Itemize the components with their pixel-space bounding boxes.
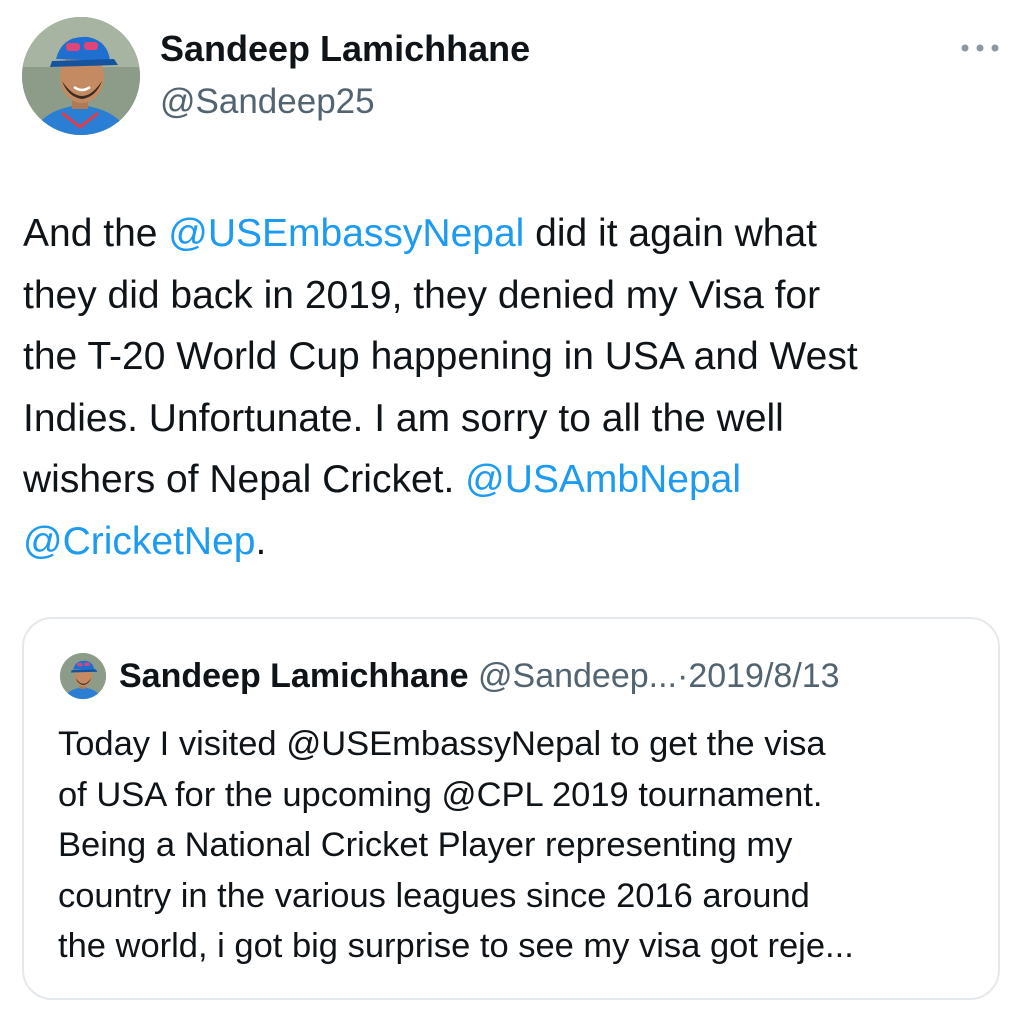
tweet-text: And the [23, 212, 169, 255]
tweet-text: did it again what [524, 212, 818, 255]
tweet-line: the T-20 World Cup happening in USA and … [23, 335, 858, 378]
tweet-line: wishers of Nepal Cricket. @USAmbNepal [23, 449, 998, 511]
more-options-button[interactable] [958, 34, 1002, 62]
tweet-line: Indies. Unfortunate. I am sorry to all t… [23, 396, 784, 440]
mention-link[interactable]: @USAmbNepal [465, 458, 741, 501]
quoted-tweet-body: Today I visited @USEmbassyNepal to get t… [58, 719, 978, 972]
author-avatar[interactable] [22, 17, 140, 135]
tweet: Sandeep Lamichhane @Sandeep25 And the @U… [0, 0, 1024, 1012]
meta-separator: · [677, 657, 689, 695]
quoted-tweet-line: Today I visited @USEmbassyNepal to get t… [58, 725, 826, 763]
quoted-tweet-header: Sandeep Lamichhane @Sandeep...·2019/8/13 [119, 657, 840, 696]
quoted-author-handle: @Sandeep... [478, 657, 677, 695]
more-horizontal-icon [961, 44, 999, 52]
tweet-body: And the @USEmbassyNepal did it again wha… [23, 203, 998, 572]
quoted-tweet-card[interactable]: Sandeep Lamichhane @Sandeep...·2019/8/13… [22, 617, 1000, 1000]
tweet-line: And the @USEmbassyNepal did it again wha… [23, 203, 998, 265]
quoted-tweet-line: Being a National Cricket Player represen… [58, 826, 793, 864]
tweet-line: they did back in 2019, they denied my Vi… [23, 273, 821, 317]
tweet-line: @CricketNep. [23, 511, 998, 573]
tweet-text: . [255, 519, 267, 563]
quoted-author-name: Sandeep Lamichhane [119, 657, 469, 695]
quoted-tweet-line: the world, i got big surprise to see my … [58, 927, 854, 965]
author-display-name[interactable]: Sandeep Lamichhane [160, 28, 530, 70]
quoted-author-avatar [60, 653, 106, 699]
mention-link[interactable]: @CricketNep [23, 520, 255, 563]
author-handle[interactable]: @Sandeep25 [160, 82, 375, 122]
quoted-tweet-line: of USA for the upcoming @CPL 2019 tourna… [58, 775, 823, 814]
tweet-text: wishers of Nepal Cricket. [23, 458, 466, 501]
mention-link[interactable]: @USEmbassyNepal [168, 212, 524, 255]
quoted-tweet-line: country in the various leagues since 201… [58, 876, 810, 915]
quoted-tweet-date: 2019/8/13 [688, 657, 840, 695]
